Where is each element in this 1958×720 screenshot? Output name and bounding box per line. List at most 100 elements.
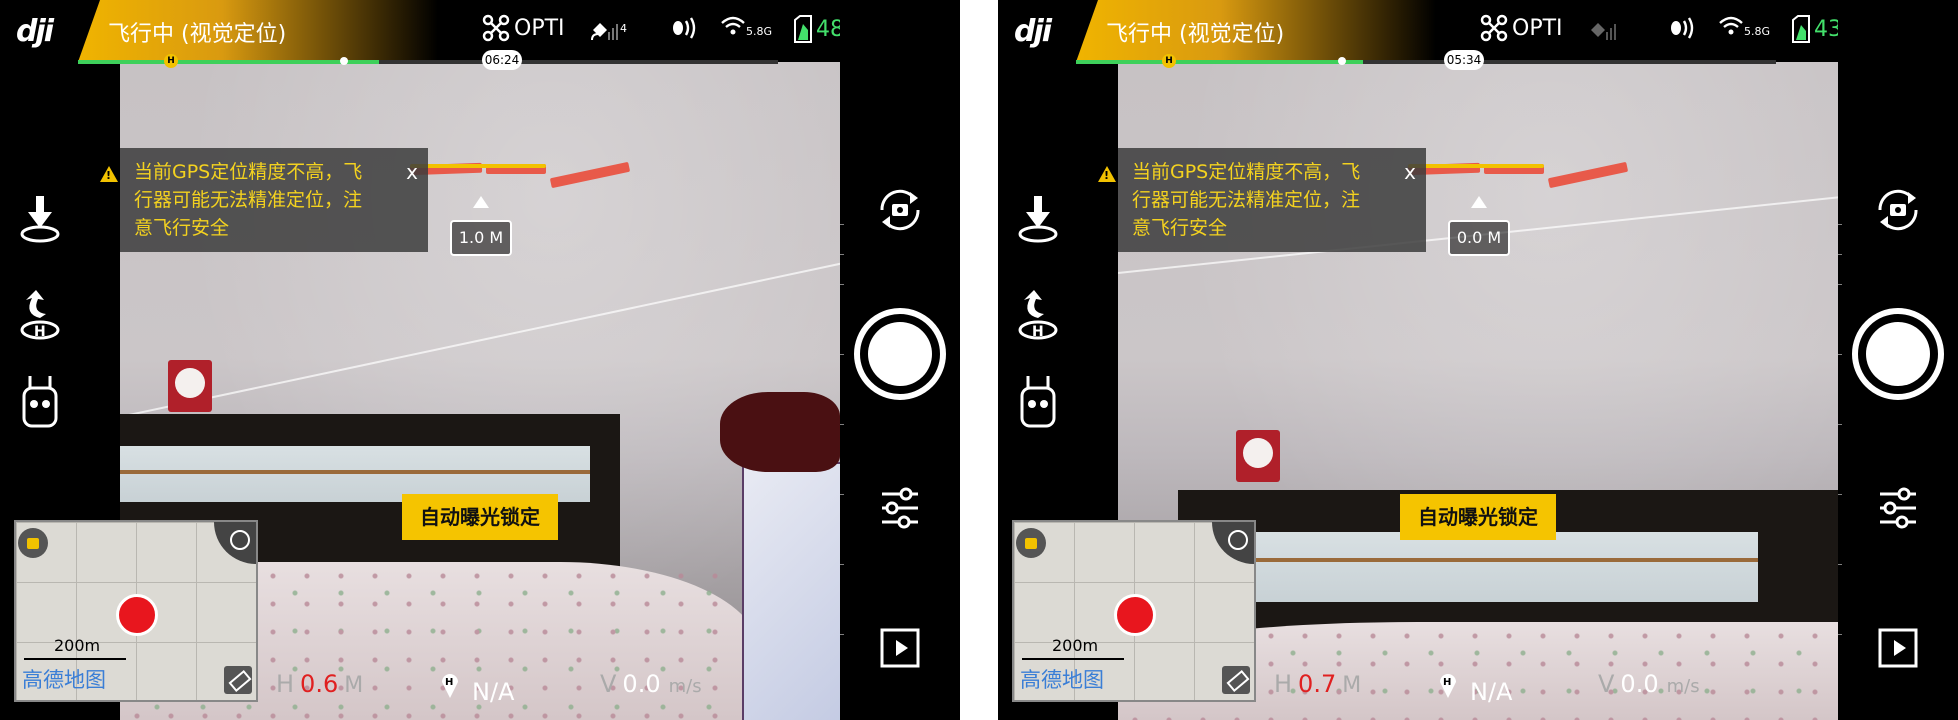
time-remaining: 06:24 xyxy=(482,50,522,70)
mini-map[interactable]: 200m 高德地图 xyxy=(1012,520,1256,702)
obstacle-pointer xyxy=(473,196,489,208)
warning-message: 当前GPS定位精度不高，飞行器可能无法精准定位，注意飞行安全 xyxy=(134,161,363,239)
alarm-clock xyxy=(1236,430,1280,482)
drone-mode-indicator[interactable]: OPTI xyxy=(1480,14,1563,42)
right-sidebar xyxy=(840,0,960,720)
eraser-icon[interactable] xyxy=(1222,666,1250,694)
auto-exposure-lock-button[interactable]: 自动曝光锁定 xyxy=(1400,494,1556,540)
map-lock-icon[interactable] xyxy=(1016,528,1046,558)
flight-status-text[interactable]: 飞行中 (视觉定位) xyxy=(108,16,286,48)
map-lock-icon[interactable] xyxy=(18,528,48,558)
return-home-icon[interactable]: H xyxy=(1014,288,1062,342)
wifi-indicator[interactable]: 5.8G xyxy=(1718,14,1770,38)
gimbal-scale xyxy=(1838,70,1842,670)
vertical-speed-readout: V 0.0 m/s xyxy=(600,670,702,698)
camera-switch-icon[interactable] xyxy=(874,184,926,236)
battery-icon xyxy=(1792,15,1810,43)
camera-switch-icon[interactable] xyxy=(1872,184,1924,236)
svg-text:H: H xyxy=(445,677,453,688)
height-readout: H 0.6 M xyxy=(276,670,363,698)
auto-landing-icon[interactable] xyxy=(1014,192,1062,246)
gps-indicator[interactable] xyxy=(1588,14,1618,42)
home-marker: H xyxy=(164,54,178,68)
remote-signal-indicator[interactable] xyxy=(670,14,700,42)
vertical-speed-readout: V 0.0 m/s xyxy=(1598,670,1700,698)
vspeed-key: V xyxy=(600,670,617,698)
obstacle-distance: 0.0 M xyxy=(1448,220,1510,256)
eraser-icon[interactable] xyxy=(224,666,252,694)
height-value: 0.7 xyxy=(1298,670,1337,698)
height-unit: M xyxy=(344,673,364,698)
top-status-bar: dji 飞行中 (视觉定位) OPTI 4 5.8G 48% ••• H 06:… xyxy=(0,0,960,70)
progress-midpoint xyxy=(340,57,348,65)
map-provider-logo: 高德地图 xyxy=(22,668,106,692)
time-remaining: 05:34 xyxy=(1444,50,1484,70)
map-scale-bar xyxy=(24,658,126,660)
svg-text:H: H xyxy=(1032,324,1044,340)
map-scale-label: 200m xyxy=(1052,636,1099,655)
obstacle-arc-top-band xyxy=(1408,164,1544,168)
remote-signal-icon xyxy=(673,17,696,39)
height-unit: M xyxy=(1342,673,1362,698)
playback-icon[interactable] xyxy=(874,622,926,674)
gps-signal-icon xyxy=(1591,23,1616,40)
warning-close-button[interactable]: x xyxy=(406,160,418,184)
dji-logo[interactable]: dji xyxy=(1014,14,1052,49)
shutter-button[interactable] xyxy=(1852,308,1944,400)
dji-logo[interactable]: dji xyxy=(16,14,54,49)
map-recenter-button[interactable] xyxy=(214,522,256,564)
wifi-indicator[interactable]: 5.8G xyxy=(720,14,772,38)
vspeed-unit: m/s xyxy=(668,676,702,697)
shutter-button[interactable] xyxy=(854,308,946,400)
auto-landing-icon[interactable] xyxy=(16,192,64,246)
shutter-button-inner xyxy=(1866,322,1930,386)
drone-mode-indicator[interactable]: OPTI xyxy=(482,14,565,42)
flight-mode-text: OPTI xyxy=(514,15,565,41)
svg-text:H: H xyxy=(34,324,46,340)
distance-value: N/A xyxy=(1470,678,1513,706)
mini-map[interactable]: 200m 高德地图 xyxy=(14,520,258,702)
gimbal-scale xyxy=(840,70,844,670)
remote-signal-indicator[interactable] xyxy=(1668,14,1698,42)
height-value: 0.6 xyxy=(300,670,339,698)
progress-fill xyxy=(78,60,379,64)
gps-signal-icon xyxy=(591,23,618,41)
remote-controller-icon[interactable] xyxy=(16,374,64,428)
camera-settings-icon[interactable] xyxy=(1872,482,1924,534)
alarm-clock xyxy=(168,360,212,412)
right-sidebar xyxy=(1838,0,1958,720)
progress-midpoint xyxy=(1338,57,1346,65)
home-marker: H xyxy=(1162,54,1176,68)
return-home-icon[interactable]: H xyxy=(16,288,64,342)
gps-warning-toast: 当前GPS定位精度不高，飞行器可能无法精准定位，注意飞行安全 x xyxy=(1098,148,1426,252)
distance-value: N/A xyxy=(472,678,515,706)
top-status-bar: dji 飞行中 (视觉定位) OPTI 5.8G 43% ••• H 05:34 xyxy=(998,0,1958,70)
headboard-stripe xyxy=(120,470,590,474)
flight-status-text[interactable]: 飞行中 (视觉定位) xyxy=(1106,16,1284,48)
obstacle-pointer xyxy=(1471,196,1487,208)
wifi-band-text: 5.8G xyxy=(746,24,773,38)
flight-time-progress: H 06:24 xyxy=(78,50,778,70)
vspeed-key: V xyxy=(1598,670,1615,698)
map-scale-bar xyxy=(1022,658,1124,660)
remote-controller-icon[interactable] xyxy=(1014,374,1062,428)
map-recenter-button[interactable] xyxy=(1212,522,1254,564)
crosshair-icon xyxy=(1228,530,1248,550)
warning-close-button[interactable]: x xyxy=(1404,160,1416,184)
camera-settings-icon[interactable] xyxy=(874,482,926,534)
distance-readout: H N/A xyxy=(1438,670,1512,706)
crosshair-icon xyxy=(230,530,250,550)
home-distance-icon: H xyxy=(1440,674,1456,698)
screenshot-divider xyxy=(960,0,998,720)
warning-icon xyxy=(1098,166,1116,182)
flight-mode-text: OPTI xyxy=(1512,15,1563,41)
aircraft-position-marker xyxy=(1114,594,1156,636)
map-scale-label: 200m xyxy=(54,636,101,655)
progress-fill xyxy=(1076,60,1363,64)
wall-poster xyxy=(742,462,840,720)
battery-icon xyxy=(794,15,812,43)
gps-indicator[interactable]: 4 xyxy=(590,14,627,42)
playback-icon[interactable] xyxy=(1872,622,1924,674)
auto-exposure-lock-button[interactable]: 自动曝光锁定 xyxy=(402,494,558,540)
dji-go-screen-2: dji 飞行中 (视觉定位) OPTI 5.8G 43% ••• H 05:34 xyxy=(998,0,1958,720)
